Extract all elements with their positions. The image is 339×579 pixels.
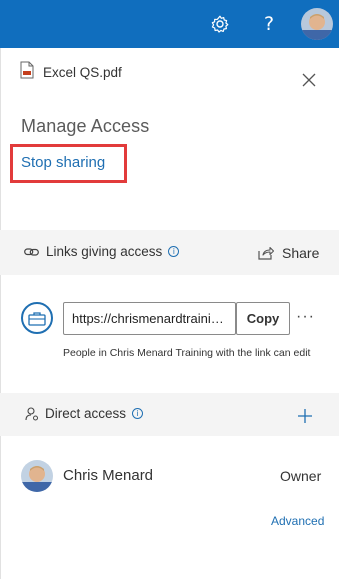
stop-sharing-link[interactable]: Stop sharing [21,154,105,171]
info-icon[interactable]: i [168,246,180,257]
link-description: People in Chris Menard Training with the… [63,347,311,359]
link-icon [24,247,39,257]
help-button[interactable]: ? [258,13,280,35]
share-label: Share [282,245,320,261]
share-link-field[interactable]: https://chrismenardtraining.sharepoint.c… [63,302,236,335]
close-icon[interactable] [300,71,318,89]
file-header: Excel QS.pdf [19,61,122,84]
links-label-text: Links giving access [46,244,163,259]
user-avatar[interactable] [301,8,333,40]
gear-icon[interactable] [209,13,231,35]
info-icon[interactable]: i [132,408,144,419]
file-name: Excel QS.pdf [43,64,122,80]
share-button[interactable]: Share [258,245,319,261]
direct-access-label: Direct access i [25,406,144,421]
page-title: Manage Access [21,116,150,136]
copy-button[interactable]: Copy [236,302,290,335]
permission-role[interactable]: Owner [280,468,321,484]
links-section-label: Links giving access i [24,244,180,259]
person-settings-icon [25,406,39,421]
plus-icon [298,409,312,423]
pdf-file-icon [19,61,35,84]
advanced-link[interactable]: Advanced [271,514,324,528]
direct-access-label-text: Direct access [45,406,127,421]
add-people-button[interactable] [296,407,314,425]
avatar [21,460,53,492]
organization-link-icon [21,302,53,334]
more-options-button[interactable]: ··· [296,308,315,326]
top-bar: ? [0,0,339,48]
share-icon [258,246,274,260]
person-name: Chris Menard [63,467,154,484]
